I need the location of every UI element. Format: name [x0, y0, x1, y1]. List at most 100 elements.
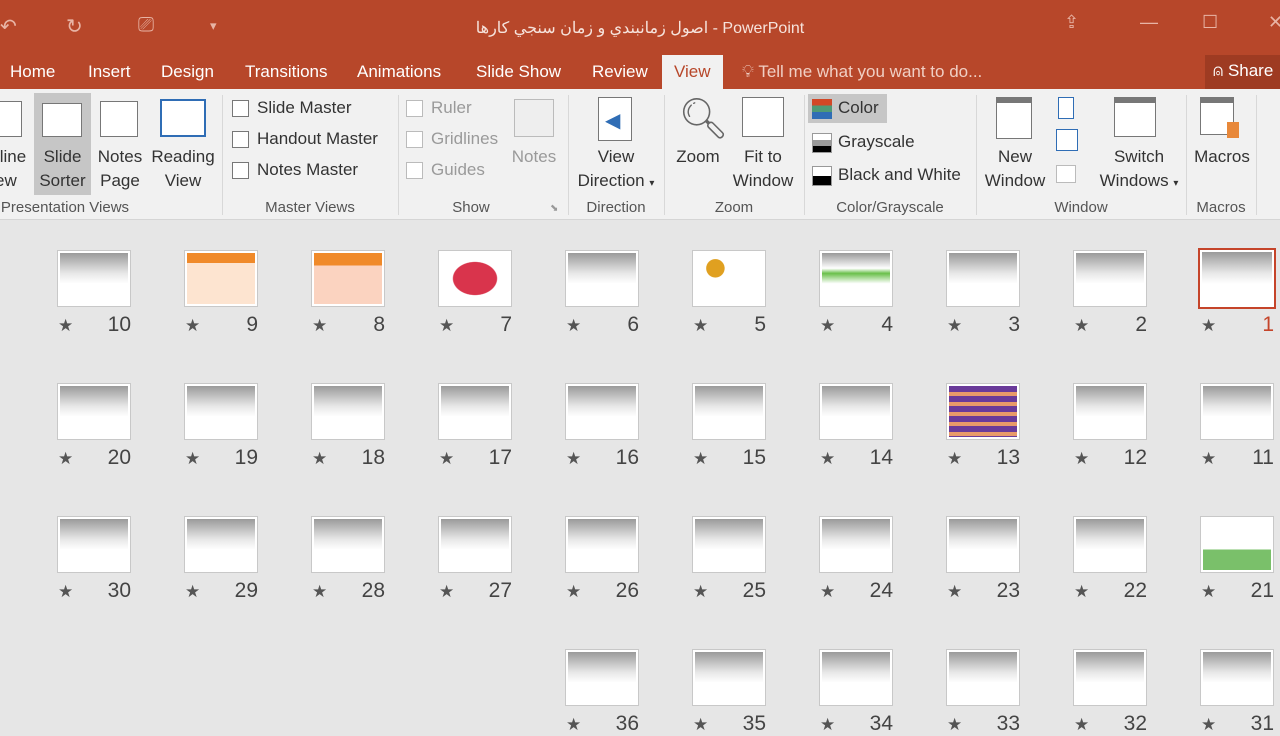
guides-checkbox[interactable]: Guides [406, 160, 485, 180]
tab-slide-show[interactable]: Slide Show [476, 61, 561, 89]
slide-thumbnail[interactable] [692, 649, 766, 706]
tab-transitions[interactable]: Transitions [245, 61, 328, 89]
slide-thumbnail[interactable] [819, 649, 893, 706]
animation-star-icon[interactable]: ★ [947, 316, 962, 336]
animation-star-icon[interactable]: ★ [1074, 449, 1089, 469]
slide-thumbnail[interactable] [565, 250, 639, 307]
animation-star-icon[interactable]: ★ [58, 582, 73, 602]
slide-thumbnail[interactable] [311, 383, 385, 440]
animation-star-icon[interactable]: ★ [820, 316, 835, 336]
slide-thumbnail[interactable] [1200, 383, 1274, 440]
animation-star-icon[interactable]: ★ [693, 316, 708, 336]
tab-review[interactable]: Review [592, 61, 648, 89]
tab-design[interactable]: Design [161, 61, 214, 89]
close-icon[interactable]: ✕ [1268, 12, 1280, 33]
animation-star-icon[interactable]: ★ [566, 715, 581, 735]
animation-star-icon[interactable]: ★ [312, 449, 327, 469]
animation-star-icon[interactable]: ★ [693, 715, 708, 735]
dialog-launcher-icon[interactable]: ⬊ [550, 203, 558, 214]
slide-thumbnail[interactable] [692, 383, 766, 440]
tab-home[interactable]: Home [10, 61, 55, 89]
animation-star-icon[interactable]: ★ [1201, 316, 1216, 336]
slide-thumbnail[interactable] [565, 383, 639, 440]
ruler-checkbox[interactable]: Ruler [406, 98, 472, 118]
black-and-white-button[interactable]: Black and White [812, 165, 961, 186]
slide-thumbnail[interactable] [946, 649, 1020, 706]
slide-thumbnail[interactable] [946, 516, 1020, 573]
animation-star-icon[interactable]: ★ [693, 582, 708, 602]
slide-thumbnail[interactable] [565, 649, 639, 706]
slide-thumbnail[interactable] [311, 516, 385, 573]
animation-star-icon[interactable]: ★ [439, 449, 454, 469]
tab-view[interactable]: View [662, 55, 723, 89]
slide-thumbnail[interactable] [184, 516, 258, 573]
animation-star-icon[interactable]: ★ [566, 449, 581, 469]
slide-thumbnail[interactable] [57, 516, 131, 573]
animation-star-icon[interactable]: ★ [1201, 715, 1216, 735]
animation-star-icon[interactable]: ★ [439, 316, 454, 336]
cascade-icon[interactable] [1056, 129, 1078, 151]
animation-star-icon[interactable]: ★ [312, 582, 327, 602]
slide-thumbnail[interactable] [1200, 649, 1274, 706]
animation-star-icon[interactable]: ★ [1074, 316, 1089, 336]
animation-star-icon[interactable]: ★ [693, 449, 708, 469]
animation-star-icon[interactable]: ★ [820, 715, 835, 735]
slide-thumbnail[interactable] [692, 250, 766, 307]
share-button[interactable]: ⍝ Share [1205, 55, 1280, 89]
animation-star-icon[interactable]: ★ [439, 582, 454, 602]
notes-master-button[interactable]: Notes Master [232, 160, 358, 180]
animation-star-icon[interactable]: ★ [1074, 582, 1089, 602]
animation-star-icon[interactable]: ★ [820, 582, 835, 602]
arrange-all-icon[interactable] [1058, 97, 1074, 119]
animation-star-icon[interactable]: ★ [312, 316, 327, 336]
animation-star-icon[interactable]: ★ [566, 582, 581, 602]
animation-star-icon[interactable]: ★ [58, 316, 73, 336]
tab-animations[interactable]: Animations [357, 61, 441, 89]
slide-thumbnail[interactable] [1200, 516, 1274, 573]
handout-master-button[interactable]: Handout Master [232, 129, 378, 149]
slide-thumbnail[interactable] [438, 383, 512, 440]
animation-star-icon[interactable]: ★ [947, 449, 962, 469]
slide-thumbnail[interactable] [1073, 383, 1147, 440]
slide-thumbnail[interactable] [184, 250, 258, 307]
animation-star-icon[interactable]: ★ [820, 449, 835, 469]
animation-star-icon[interactable]: ★ [185, 316, 200, 336]
slide-thumbnail[interactable] [946, 250, 1020, 307]
gridlines-checkbox[interactable]: Gridlines [406, 129, 498, 149]
ribbon-display-icon[interactable]: ⇪ [1064, 12, 1079, 33]
maximize-icon[interactable]: ☐ [1202, 12, 1218, 33]
slide-thumbnail[interactable] [565, 516, 639, 573]
slide-thumbnail[interactable] [692, 516, 766, 573]
slide-sorter-button[interactable]: Slide Sorter [34, 93, 91, 195]
slide-thumbnail[interactable] [1073, 516, 1147, 573]
slide-thumbnail[interactable] [946, 383, 1020, 440]
animation-star-icon[interactable]: ★ [185, 582, 200, 602]
animation-star-icon[interactable]: ★ [58, 449, 73, 469]
slide-thumbnail[interactable] [1198, 248, 1276, 309]
animation-star-icon[interactable]: ★ [1201, 449, 1216, 469]
animation-star-icon[interactable]: ★ [185, 449, 200, 469]
slide-master-button[interactable]: Slide Master [232, 98, 351, 118]
animation-star-icon[interactable]: ★ [947, 582, 962, 602]
slide-thumbnail[interactable] [438, 516, 512, 573]
animation-star-icon[interactable]: ★ [1074, 715, 1089, 735]
slide-thumbnail[interactable] [1073, 649, 1147, 706]
slide-thumbnail[interactable] [57, 383, 131, 440]
grayscale-button[interactable]: Grayscale [812, 132, 915, 153]
animation-star-icon[interactable]: ★ [1201, 582, 1216, 602]
color-button[interactable]: Color [808, 94, 887, 123]
slide-thumbnail[interactable] [819, 250, 893, 307]
slide-thumbnail[interactable] [57, 250, 131, 307]
slide-thumbnail[interactable] [819, 383, 893, 440]
move-split-icon[interactable] [1056, 165, 1076, 183]
slide-thumbnail[interactable] [184, 383, 258, 440]
tell-me-search[interactable]: 💡︎ Tell me what you want to do... [742, 62, 982, 82]
tab-insert[interactable]: Insert [88, 61, 131, 89]
slide-thumbnail[interactable] [438, 250, 512, 307]
slide-thumbnail[interactable] [1073, 250, 1147, 307]
animation-star-icon[interactable]: ★ [947, 715, 962, 735]
minimize-icon[interactable]: — [1140, 12, 1158, 33]
animation-star-icon[interactable]: ★ [566, 316, 581, 336]
slide-thumbnail[interactable] [819, 516, 893, 573]
slide-thumbnail[interactable] [311, 250, 385, 307]
